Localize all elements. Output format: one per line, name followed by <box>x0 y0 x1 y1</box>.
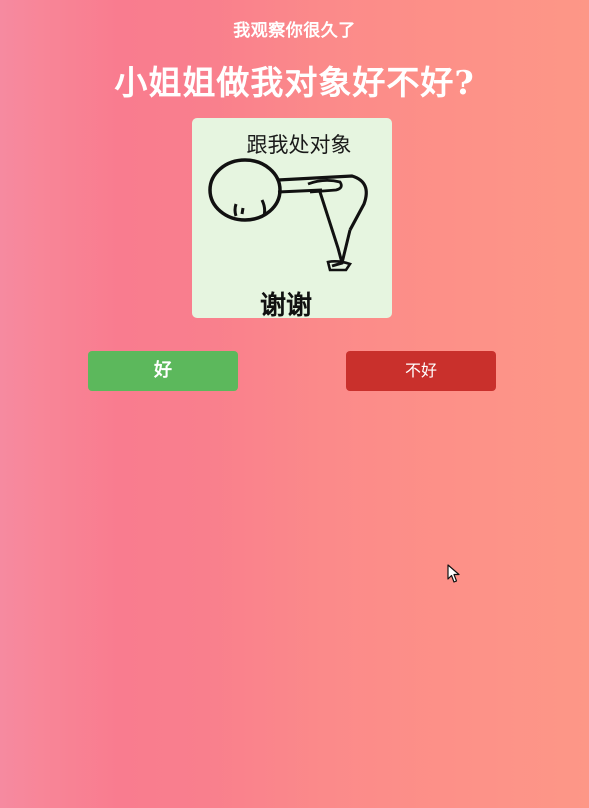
bowing-stickman-meme-image: 跟我处对象 谢谢 <box>192 118 392 318</box>
subtitle: 我观察你很久了 <box>233 21 356 41</box>
stickman-face <box>233 199 267 217</box>
no-button[interactable]: 不好 <box>346 351 496 391</box>
yes-button[interactable]: 好 <box>88 351 238 391</box>
stickman-legs <box>318 191 352 268</box>
meme-caption-top: 跟我处对象 <box>247 133 352 157</box>
mouse-pointer-icon <box>447 564 460 583</box>
page-title: 小姐姐做我对象好不好? <box>114 63 475 102</box>
meme-caption-bottom: 谢谢 <box>260 290 312 318</box>
stickman-head <box>208 158 282 222</box>
